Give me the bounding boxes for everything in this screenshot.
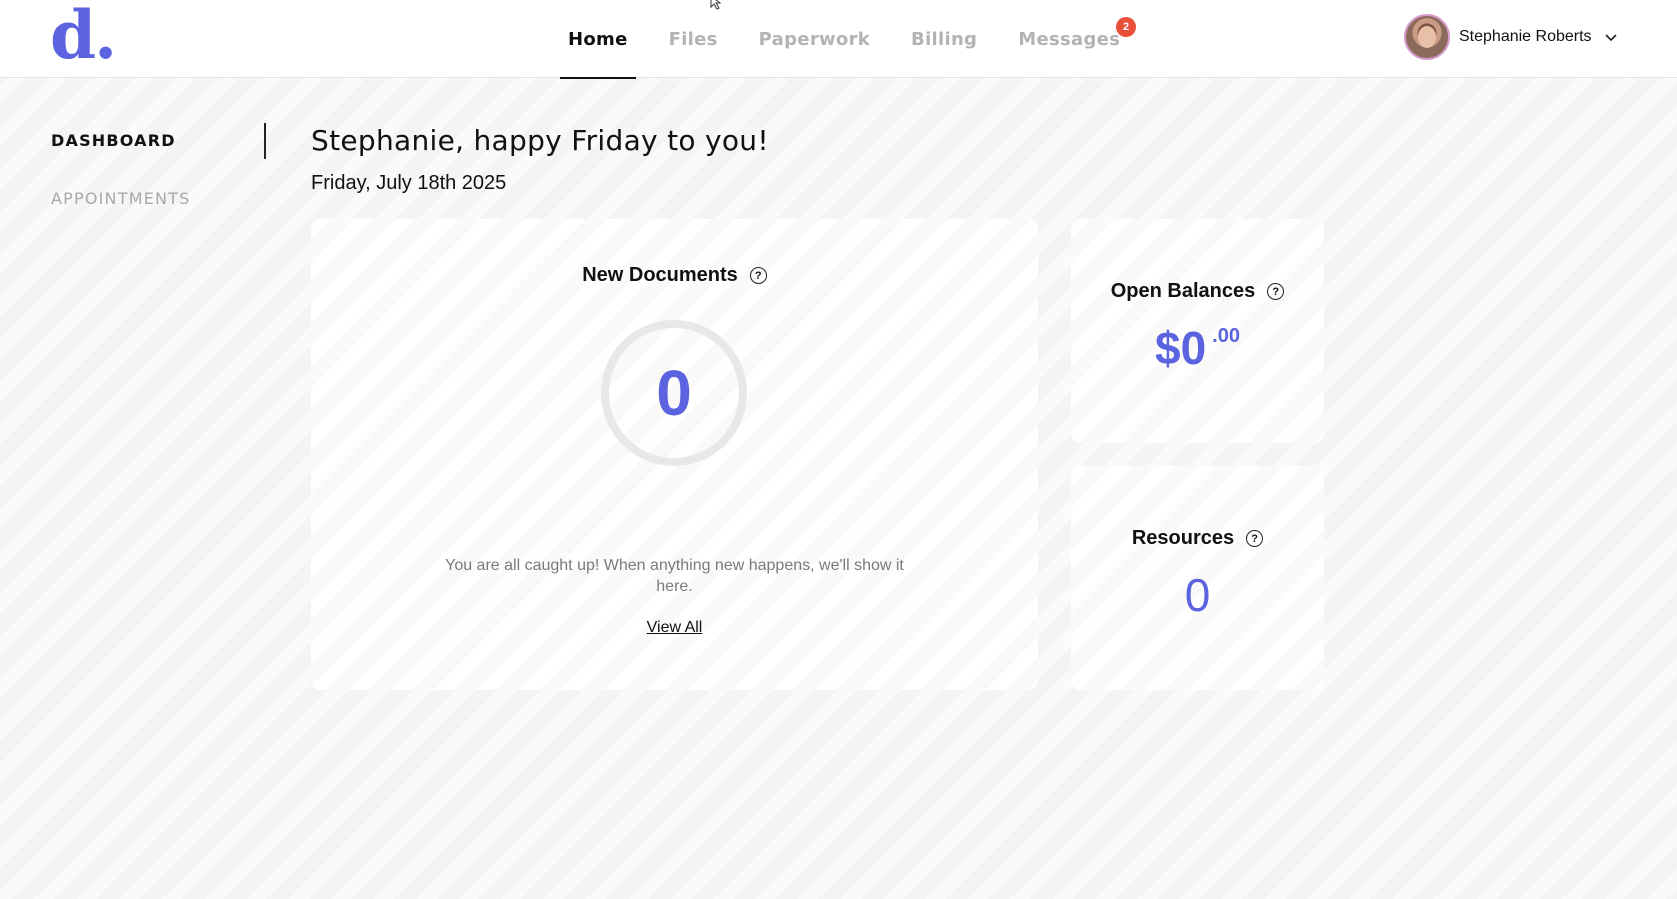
new-documents-title-row: New Documents ? [311,264,1038,287]
empty-state-message: You are all caught up! When anything new… [445,557,904,595]
resources-title-row: Resources ? [1071,527,1324,550]
balance-cents: .00 [1212,325,1240,347]
brand-logo[interactable]: d. [50,0,117,70]
open-balances-card: Open Balances ? $0.00 [1071,219,1324,443]
tab-billing[interactable]: Billing [903,0,985,78]
current-date: Friday, July 18th 2025 [311,172,507,194]
resources-count: 0 [1184,569,1211,621]
tab-paperwork-label: Paperwork [758,28,871,50]
new-documents-count-ring: 0 [601,320,747,466]
resources-title: Resources [1131,527,1235,549]
view-all-link[interactable]: View All [647,619,703,636]
help-icon[interactable]: ? [1246,530,1264,547]
balance-dollars: $0 [1155,322,1207,374]
sidebar-item-appointments[interactable]: APPOINTMENTS [51,189,191,208]
tab-messages-label: Messages [1018,28,1121,50]
page-greeting: Stephanie, happy Friday to you! [311,124,769,157]
user-avatar [1404,14,1450,60]
main-nav: Home Files Paperwork Billing Messages 2 [560,0,1153,79]
tab-files-label: Files [668,28,718,50]
tab-paperwork[interactable]: Paperwork [751,0,878,78]
new-documents-count: 0 [656,357,692,429]
resources-card: Resources ? 0 [1071,466,1324,690]
top-navigation-bar: d. Home Files Paperwork Billing Messages… [0,0,1677,79]
tab-billing-label: Billing [911,28,978,50]
mouse-cursor-icon [710,0,722,10]
user-menu[interactable]: Stephanie Roberts [1404,14,1618,60]
view-all-row: View All [311,619,1038,637]
messages-unread-badge: 2 [1116,17,1137,37]
chevron-down-icon [1604,34,1617,42]
new-documents-card: New Documents ? 0 You are all caught up!… [311,219,1038,690]
open-balances-title: Open Balances [1110,280,1256,302]
sidebar-item-dashboard[interactable]: DASHBOARD [51,131,176,150]
help-icon[interactable]: ? [749,267,767,284]
new-documents-title: New Documents [582,264,738,286]
tab-home[interactable]: Home [560,0,636,79]
tab-files[interactable]: Files [661,0,726,78]
tab-home-label: Home [568,28,628,50]
open-balances-title-row: Open Balances ? [1071,280,1324,303]
tab-messages[interactable]: Messages 2 [1010,0,1137,78]
user-name: Stephanie Roberts [1459,28,1592,45]
help-icon[interactable]: ? [1267,283,1285,300]
open-balance-amount: $0.00 [1071,321,1324,375]
sidebar-active-indicator [264,123,266,159]
